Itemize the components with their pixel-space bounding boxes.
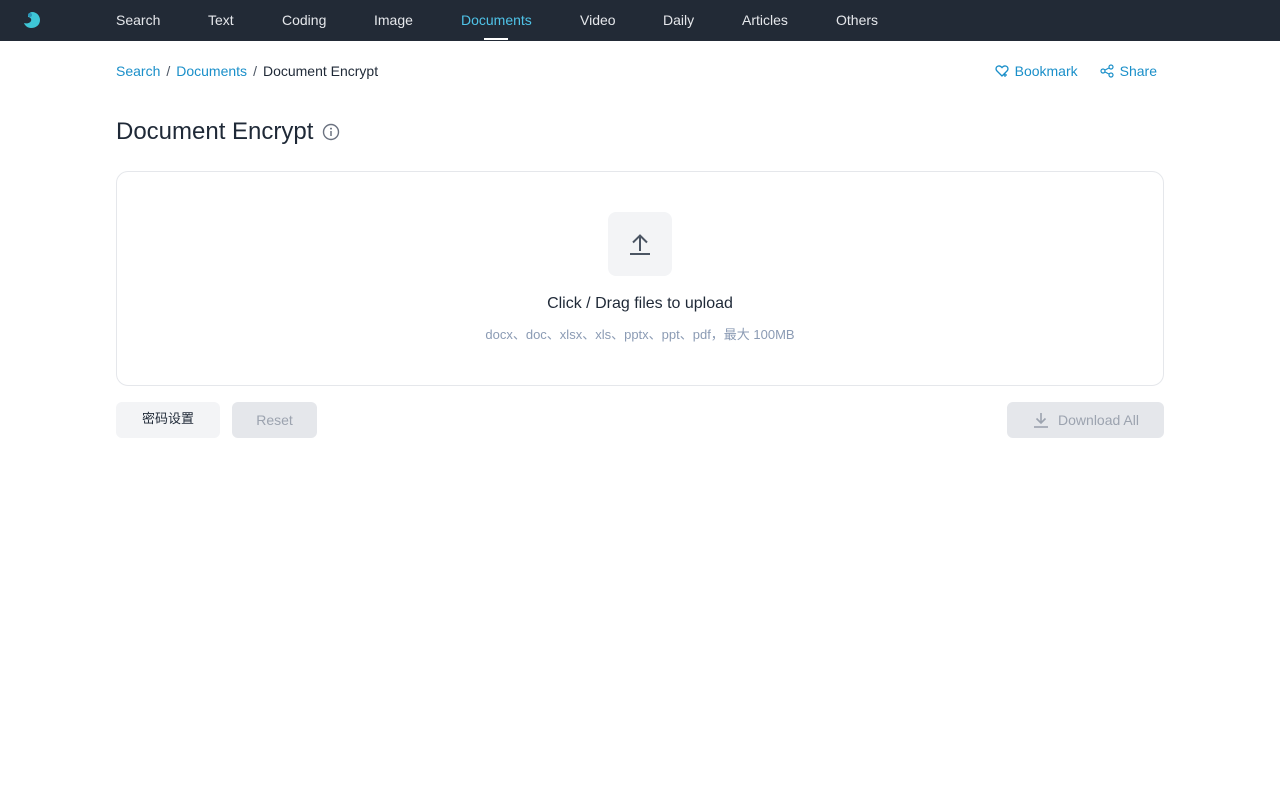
share-label: Share <box>1119 63 1157 79</box>
download-all-button[interactable]: Download All <box>1007 402 1164 438</box>
download-arrow-icon <box>1034 413 1049 428</box>
info-circle-icon[interactable] <box>322 123 340 141</box>
breadcrumb: Search / Documents / Document Encrypt <box>116 62 378 80</box>
nav-item-others[interactable]: Others <box>836 0 878 41</box>
share-button[interactable]: Share <box>1100 62 1157 80</box>
breadcrumb-search-link[interactable]: Search <box>116 63 160 79</box>
nav-item-articles[interactable]: Articles <box>742 0 788 41</box>
share-nodes-icon <box>1100 64 1114 78</box>
nav-item-text[interactable]: Text <box>208 0 234 41</box>
breadcrumb-current: Document Encrypt <box>262 63 379 79</box>
nav-item-daily[interactable]: Daily <box>663 0 694 41</box>
heart-bookmark-icon <box>995 65 1009 77</box>
nav-item-search[interactable]: Search <box>116 0 160 41</box>
password-settings-button[interactable]: 密码设置 <box>116 402 220 438</box>
top-navigation-bar: Search Text Coding Image Documents Video… <box>0 0 1280 41</box>
page-actions: Bookmark Share <box>995 62 1157 80</box>
nav-item-video[interactable]: Video <box>580 0 616 41</box>
page-title: Document Encrypt <box>116 118 314 145</box>
breadcrumb-separator: / <box>166 63 171 79</box>
bookmark-button[interactable]: Bookmark <box>995 62 1078 80</box>
upload-instruction: Click / Drag files to upload <box>547 295 733 312</box>
breadcrumb-separator: / <box>253 63 257 79</box>
bookmark-label: Bookmark <box>1014 63 1078 79</box>
upload-file-types-hint: docx、doc、xlsx、xls、pptx、ppt、pdf，最大 100MB <box>485 327 795 342</box>
nav-item-documents[interactable]: Documents <box>461 0 532 41</box>
breadcrumb-documents-link[interactable]: Documents <box>176 63 247 79</box>
brand-logo-icon[interactable] <box>22 11 42 29</box>
nav-item-image[interactable]: Image <box>374 0 413 41</box>
nav-item-documents-label: Documents <box>461 12 532 28</box>
file-upload-dropzone[interactable]: Click / Drag files to upload docx、doc、xl… <box>116 171 1164 386</box>
active-tab-indicator <box>484 38 509 40</box>
reset-button[interactable]: Reset <box>232 402 317 438</box>
upload-arrow-icon <box>630 234 650 255</box>
nav-item-coding[interactable]: Coding <box>282 0 326 41</box>
upload-icon-container <box>608 212 672 276</box>
download-all-label: Download All <box>1058 412 1139 428</box>
